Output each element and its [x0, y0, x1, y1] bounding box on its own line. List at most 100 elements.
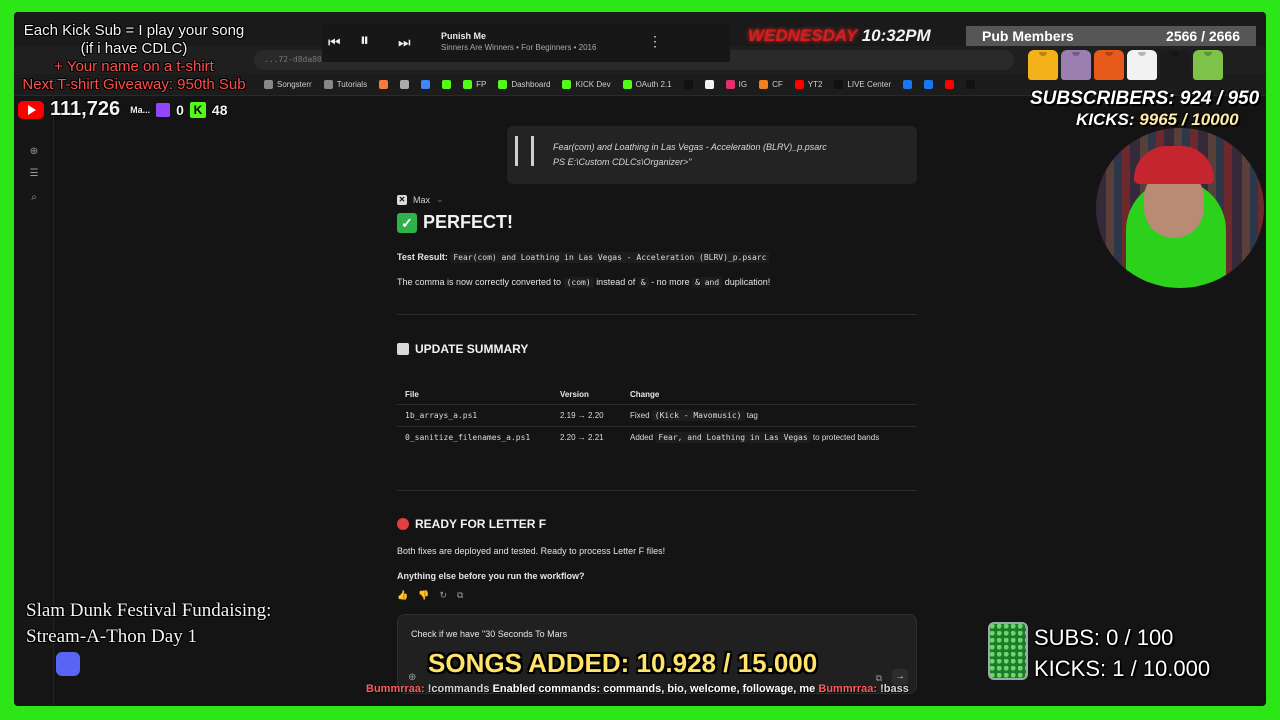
promo-line-3: + Your name on a t-shirt: [54, 58, 214, 75]
code-line-2: PS E:\Custom CDLCs\Organizer>": [553, 157, 692, 167]
bookmark-icon: [463, 80, 473, 89]
bookmark-item[interactable]: [944, 80, 954, 89]
tshirt-icon: [1028, 50, 1058, 80]
fundraising-banner: Slam Dunk Festival Fundaising: Stream-A-…: [26, 598, 271, 650]
row-change: Added Fear, and Loathing in Las Vegas to…: [622, 425, 917, 448]
row-file: 0_sanitize_filenames_a.ps1: [397, 425, 552, 448]
tshirt-row: [1028, 50, 1223, 80]
change-code: Fear, and Loathing in Las Vegas: [655, 431, 811, 443]
attach-icon[interactable]: ⊕: [408, 672, 416, 683]
previous-track-icon[interactable]: ⏮: [328, 34, 341, 51]
ticker-command-2: !bass: [880, 683, 909, 695]
bookmark-label: FP: [476, 80, 487, 89]
bookmark-item[interactable]: LIVE Center: [834, 80, 891, 89]
youtube-count: 111,726: [50, 98, 121, 120]
bookmark-item[interactable]: Tutorials: [323, 80, 368, 89]
bookmark-item[interactable]: [902, 80, 912, 89]
fundraising-title: Slam Dunk Festival Fundaising:: [26, 600, 272, 621]
bookmark-icon: [323, 80, 333, 89]
fundraising-subtitle: Stream-A-Thon Day 1: [26, 626, 197, 647]
search-icon[interactable]: ⌕: [28, 192, 40, 204]
ready-heading: READY FOR LETTER F: [397, 517, 546, 531]
ready-text: Both fixes are deployed and tested. Read…: [397, 546, 666, 556]
row-change: Fixed (Kick - Mavomusic) tag: [622, 403, 917, 426]
bookmark-label: CF: [772, 80, 783, 89]
code-output-text: Fear(com) and Loathing in Las Vegas - Ac…: [553, 140, 827, 170]
bookmark-item[interactable]: [379, 80, 389, 89]
promo-line-1: Each Kick Sub = I play your song: [23, 22, 245, 39]
thumbs-up-icon[interactable]: 👍: [397, 590, 408, 601]
bookmark-item[interactable]: [400, 80, 410, 89]
chat-input-text[interactable]: Check if we have "30 Seconds To Mars: [411, 629, 567, 639]
twitch-label: Ma...: [130, 104, 151, 115]
bookmark-icon: [704, 80, 714, 89]
follower-stats: 111,726 Ma... 0 K 48: [18, 98, 227, 121]
bookmark-icon: [683, 80, 693, 89]
discord-icon: [56, 652, 80, 676]
bookmark-item[interactable]: CF: [759, 80, 783, 89]
comma-text-3: - no more: [651, 277, 690, 287]
chevron-down-icon: ⌄: [436, 194, 444, 204]
table-row: 1b_arrays_a.ps1 2.19 → 2.20 Fixed (Kick …: [397, 403, 917, 426]
ticker-user: Bummrraa:: [366, 683, 425, 695]
subscribers-goal: SUBSCRIBERS: 924 / 950: [1030, 88, 1260, 109]
thumbs-down-icon[interactable]: 👎: [418, 590, 429, 601]
message-author[interactable]: ✕ Max ⌄: [397, 194, 444, 205]
bookmark-label: YT2: [807, 80, 823, 89]
giveaway-line: Next T-shirt Giveaway: 950th Sub: [22, 76, 246, 93]
bookmark-icon: [965, 80, 975, 89]
list-icon[interactable]: ☰: [28, 168, 40, 180]
ticker-command: !commands: [427, 683, 490, 695]
bookmark-item[interactable]: [923, 80, 933, 89]
bookmark-item[interactable]: Songsterr: [264, 80, 312, 89]
bookmark-item[interactable]: [683, 80, 693, 89]
update-summary-table: File Version Change 1b_arrays_a.ps1 2.19…: [397, 386, 917, 448]
new-chat-icon[interactable]: ⊕: [28, 146, 40, 158]
perfect-heading: ✓ PERFECT!: [397, 212, 513, 233]
bookmark-item[interactable]: Dashboard: [498, 80, 550, 89]
pub-members-label: Pub Members: [982, 28, 1074, 44]
twitch-count: 0: [176, 101, 184, 118]
divider: [397, 490, 917, 491]
kick-icon: K: [189, 101, 206, 118]
bookmark-icon: [421, 80, 431, 89]
test-result-label: Test Result:: [397, 252, 448, 262]
tshirt-icon: [1127, 50, 1157, 80]
bookmark-icon: [725, 80, 735, 89]
update-summary-heading: UPDATE SUMMARY: [397, 342, 528, 356]
message-actions: 👍 👎 ↻ ⧉: [397, 590, 463, 601]
music-player: ⏮ ⏸ ⏭ Punish Me Sinners Are Winners • Fo…: [322, 24, 730, 62]
bookmark-icon: [622, 80, 632, 89]
bookmark-icon: [923, 80, 933, 89]
bookmark-icon: [442, 80, 452, 89]
bookmark-item[interactable]: [965, 80, 975, 89]
bookmark-item[interactable]: [421, 80, 431, 89]
table-header-row: File Version Change: [397, 386, 917, 404]
chat-ticker: Bummrraa: !commands Enabled commands: co…: [366, 683, 909, 695]
bookmark-item[interactable]: [442, 80, 452, 89]
bookmark-item[interactable]: FP: [463, 80, 486, 89]
tshirt-icon: [1061, 50, 1091, 80]
copy-icon[interactable]: ⧉: [457, 590, 463, 601]
pub-members-value: 2566 / 2666: [1166, 28, 1240, 44]
bookmark-item[interactable]: [704, 80, 714, 89]
bookmark-icon: [759, 80, 769, 89]
subs-goal: SUBS: 0 / 100: [1034, 625, 1174, 650]
pause-icon[interactable]: ⏸: [360, 30, 369, 51]
tshirt-icon: [1094, 50, 1124, 80]
webcam-feed: [1096, 128, 1264, 288]
retry-icon[interactable]: ↻: [439, 590, 447, 601]
next-track-icon[interactable]: ⏭: [398, 34, 411, 51]
more-icon[interactable]: ⋮: [648, 33, 662, 50]
table-row: 0_sanitize_filenames_a.ps1 2.20 → 2.21 A…: [397, 425, 917, 448]
bookmark-icon: [834, 80, 844, 89]
bookmark-label: Tutorials: [336, 80, 368, 89]
author-name: Max: [413, 194, 431, 205]
tip-jar-icon: [988, 622, 1028, 680]
bookmark-item[interactable]: KICK Dev: [562, 80, 611, 89]
bookmark-item[interactable]: OAuth 2.1: [622, 80, 672, 89]
ticker-user-2: Bummrraa:: [818, 683, 878, 695]
bookmark-item[interactable]: YT2: [794, 80, 823, 89]
change-rest: to protected bands: [812, 432, 880, 442]
bookmark-item[interactable]: IG: [725, 80, 747, 89]
